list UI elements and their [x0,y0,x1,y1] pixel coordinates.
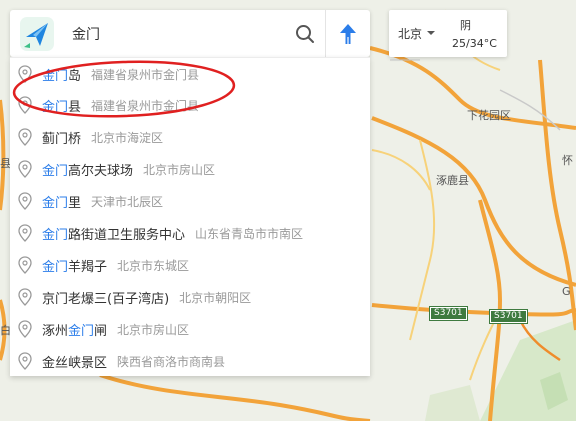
suggestion-address: 北京市房山区 [143,162,216,177]
map-label-xiahuayuan: 下花园区 [467,109,511,122]
location-pin-icon [18,288,32,306]
map-label-edge: 怀 [562,154,573,167]
road-shield-s3701: S3701 [489,309,528,324]
location-pin-icon [18,256,32,274]
location-pin-icon [18,320,32,338]
suggestion-name: 金丝峡景区 [42,355,108,371]
suggestion-item[interactable]: 金丝峡景区 陕西省商洛市商南县 [10,345,370,377]
suggestion-item[interactable]: 金门里 天津市北辰区 [10,185,370,217]
suggestion-name: 金门羊羯子 [42,259,108,275]
suggestion-name: 涿州金门闸 [42,323,108,339]
weather-condition: 阴 [460,19,471,32]
suggestion-item[interactable]: 金门县 福建省泉州市金门县 [10,89,370,121]
suggestion-name: 金门高尔夫球场 [42,163,134,179]
weather-temperature: 25/34°C [452,37,497,50]
suggestion-address: 北京市朝阳区 [179,290,252,305]
location-pin-icon [18,128,32,146]
suggestion-address: 福建省泉州市金门县 [91,67,200,82]
location-pin-icon [18,224,32,242]
suggestion-name: 京门老爆三(百子湾店) [42,291,170,307]
suggestion-address: 山东省青岛市市南区 [195,226,304,241]
suggestion-address: 福建省泉州市金门县 [91,98,200,113]
suggestion-address: 北京市海淀区 [91,130,164,145]
suggestion-list: 金门岛 福建省泉州市金门县 金门县 福建省泉州市金门县 蓟门桥 北京市海淀区 金… [10,57,370,376]
route-button[interactable] [326,10,370,57]
location-pin-icon [18,160,32,178]
suggestion-name: 金门县 [42,99,82,115]
suggestion-item[interactable]: 金门高尔夫球场 北京市房山区 [10,153,370,185]
suggestion-item[interactable]: 京门老爆三(百子湾店) 北京市朝阳区 [10,281,370,313]
search-bar [10,10,370,57]
route-arrow-icon [340,23,356,44]
suggestion-item[interactable]: 金门羊羯子 北京市东城区 [10,249,370,281]
map-label-zhuolu: 涿鹿县 [436,174,469,187]
suggestion-address: 北京市东城区 [117,258,190,273]
suggestion-name: 金门岛 [42,68,82,84]
search-input[interactable] [70,17,285,50]
location-pin-icon [18,96,32,114]
suggestion-name: 金门路街道卫生服务中心 [42,227,186,243]
city-selector[interactable]: 北京 [398,25,422,42]
suggestion-item[interactable]: 金门路街道卫生服务中心 山东省青岛市市南区 [10,217,370,249]
suggestion-item[interactable]: 蓟门桥 北京市海淀区 [10,121,370,153]
location-pin-icon [18,65,32,83]
chevron-down-icon[interactable] [427,31,435,35]
city-weather-widget: 北京 阴 25/34°C [389,10,507,57]
suggestion-address: 陕西省商洛市商南县 [117,354,226,369]
suggestion-name: 蓟门桥 [42,131,82,147]
suggestion-item[interactable]: 涿州金门闸 北京市房山区 [10,313,370,345]
location-pin-icon [18,352,32,370]
suggestion-address: 天津市北辰区 [91,194,164,209]
suggestion-name: 金门里 [42,195,82,211]
suggestion-address: 北京市房山区 [117,322,190,337]
location-pin-icon [18,192,32,210]
search-button[interactable] [285,10,325,57]
suggestion-item[interactable]: 金门岛 福建省泉州市金门县 [10,58,370,90]
app-logo-icon[interactable] [20,16,54,51]
search-icon [296,24,314,43]
road-shield-s3701: S3701 [429,306,468,321]
map-label-edge: G [562,285,571,298]
